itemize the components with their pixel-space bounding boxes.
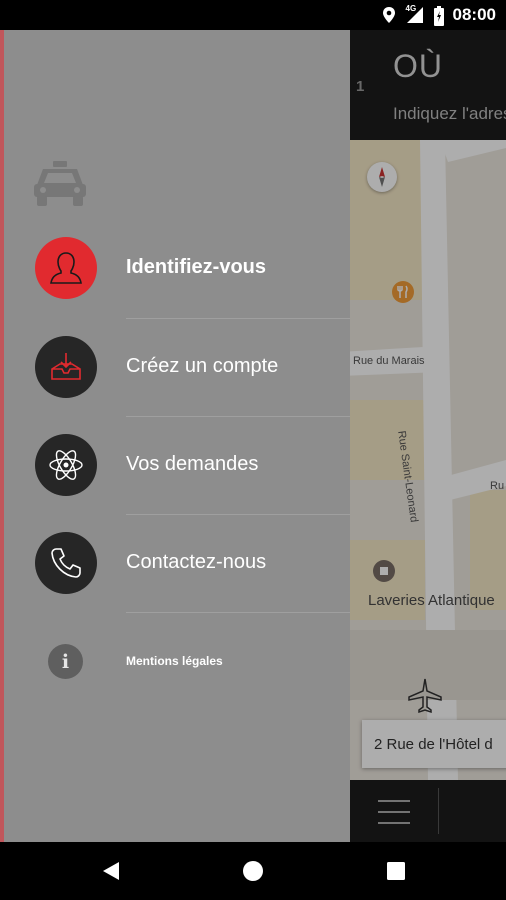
nav-divider	[126, 612, 350, 613]
home-circle-icon	[243, 861, 263, 881]
taxi-logo-icon	[33, 161, 87, 207]
nav-item-requests-label: Vos demandes	[126, 453, 259, 475]
back-button[interactable]	[99, 859, 123, 883]
nav-item-contact-label: Contactez-nous	[126, 551, 267, 573]
recents-square-icon	[387, 862, 405, 880]
inbox-download-icon	[35, 336, 97, 398]
navigation-drawer: Identifiez-vous Créez un compte Vos dema…	[0, 30, 350, 842]
nav-item-requests[interactable]: Vos demandes	[0, 434, 350, 532]
home-button[interactable]	[241, 859, 265, 883]
nav-item-legal-label: Mentions légales	[126, 654, 223, 668]
back-triangle-icon	[103, 862, 119, 880]
battery-icon	[433, 6, 445, 26]
nav-item-legal[interactable]: i Mentions légales	[0, 644, 350, 684]
nav-item-login[interactable]: Identifiez-vous	[0, 237, 350, 335]
network-type: 4G	[405, 4, 417, 13]
user-icon	[35, 237, 97, 299]
nav-item-create-account[interactable]: Créez un compte	[0, 336, 350, 434]
info-icon: i	[48, 644, 83, 679]
system-navigation-bar	[0, 842, 506, 900]
nav-item-contact[interactable]: Contactez-nous	[0, 532, 350, 630]
nav-item-login-label: Identifiez-vous	[126, 256, 267, 278]
signal-icon: 4G	[405, 4, 425, 24]
status-time: 08:00	[452, 5, 496, 24]
nav-divider	[126, 416, 350, 417]
status-bar: 4G 08:00	[0, 0, 506, 30]
location-icon	[381, 6, 397, 24]
nav-item-create-account-label: Créez un compte	[126, 355, 279, 377]
atom-icon	[35, 434, 97, 496]
recents-button[interactable]	[384, 859, 408, 883]
phone-icon	[35, 532, 97, 594]
nav-divider	[126, 514, 350, 515]
nav-divider	[126, 318, 350, 319]
